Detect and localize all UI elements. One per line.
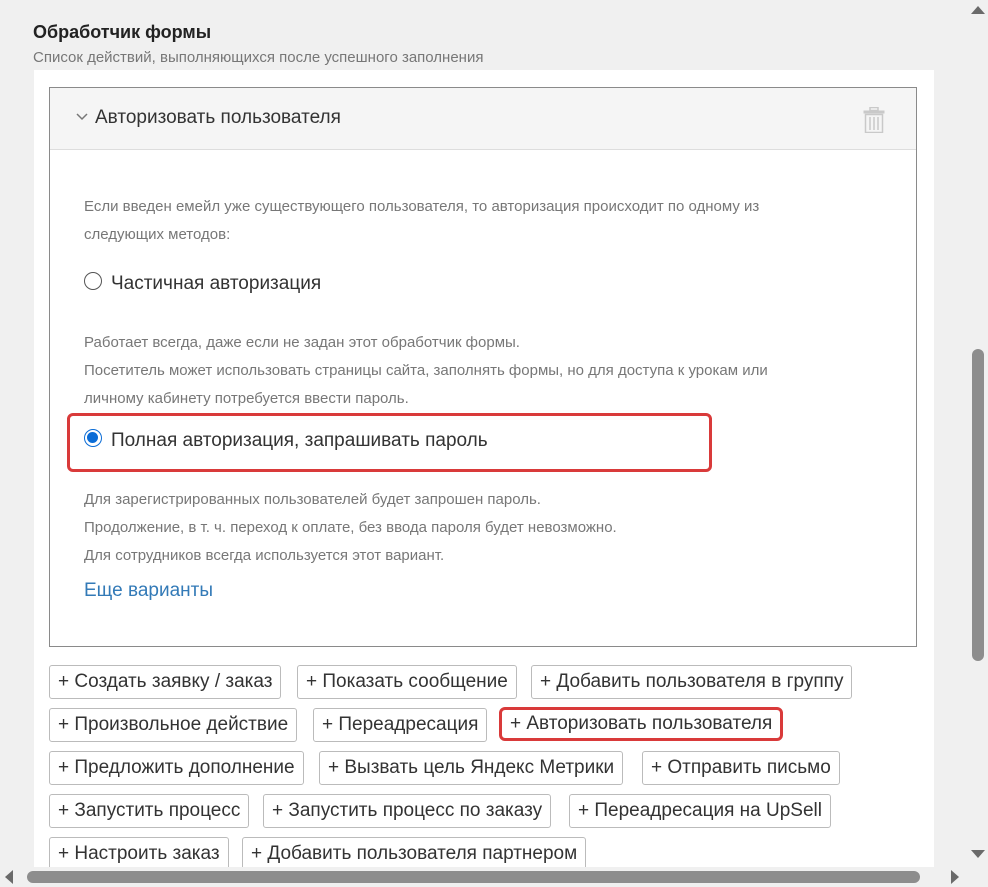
auth-intro-line-2: следующих методов: — [84, 226, 231, 243]
add-partner-user-button[interactable]: + Добавить пользователя партнером — [242, 837, 587, 867]
add-yandex-goal-button[interactable]: + Вызвать цель Яндекс Метрики — [319, 751, 624, 785]
scrollbar-corner — [968, 867, 988, 887]
add-authorize-user-button[interactable]: + Авторизовать пользователя — [499, 707, 784, 741]
handler-panel-header[interactable]: Авторизовать пользователя — [50, 88, 916, 150]
more-options-link[interactable]: Еще варианты — [84, 580, 213, 602]
add-start-order-process-button[interactable]: + Запустить процесс по заказу — [263, 794, 552, 828]
full-auth-desc-1: Для зарегистрированных пользователей буд… — [84, 491, 541, 508]
partial-auth-desc-3: личному кабинету потребуется ввести паро… — [84, 390, 409, 407]
scroll-left-arrow-icon[interactable] — [5, 870, 13, 884]
horizontal-scrollbar[interactable] — [0, 867, 968, 887]
scroll-up-arrow-icon[interactable] — [971, 6, 985, 14]
add-redirect-button[interactable]: + Переадресация — [313, 708, 488, 742]
add-send-email-button[interactable]: + Отправить письмо — [642, 751, 840, 785]
partial-auth-desc-1: Работает всегда, даже если не задан этот… — [84, 334, 520, 351]
scroll-down-arrow-icon[interactable] — [971, 850, 985, 858]
section-subtitle: Список действий, выполняющихся после усп… — [33, 49, 484, 66]
vertical-scrollbar-thumb[interactable] — [972, 349, 984, 661]
vertical-scrollbar[interactable] — [968, 0, 988, 867]
add-start-process-button[interactable]: + Запустить процесс — [49, 794, 250, 828]
add-create-order-button[interactable]: + Создать заявку / заказ — [49, 665, 282, 699]
add-offer-addon-button[interactable]: + Предложить дополнение — [49, 751, 304, 785]
radio-partial-auth-label[interactable]: Частичная авторизация — [111, 273, 321, 295]
add-configure-order-button[interactable]: + Настроить заказ — [49, 837, 229, 867]
section-title: Обработчик формы — [33, 22, 212, 42]
handler-panel-title: Авторизовать пользователя — [95, 107, 341, 128]
scroll-right-arrow-icon[interactable] — [951, 870, 959, 884]
add-user-to-group-button[interactable]: + Добавить пользователя в группу — [531, 665, 853, 699]
add-show-message-button[interactable]: + Показать сообщение — [297, 665, 517, 699]
radio-partial-auth[interactable] — [84, 272, 102, 290]
full-auth-desc-3: Для сотрудников всегда используется этот… — [84, 547, 445, 564]
horizontal-scrollbar-thumb[interactable] — [27, 871, 920, 883]
partial-auth-desc-2: Посетитель может использовать страницы с… — [84, 362, 768, 379]
chevron-down-icon[interactable] — [76, 113, 88, 121]
add-upsell-redirect-button[interactable]: + Переадресация на UpSell — [569, 794, 831, 828]
page-viewport: Обработчик формы Список действий, выполн… — [0, 0, 968, 867]
trash-icon[interactable] — [863, 107, 885, 133]
add-custom-action-button[interactable]: + Произвольное действие — [49, 708, 298, 742]
radio-full-auth-label[interactable]: Полная авторизация, запрашивать пароль — [111, 430, 488, 452]
auth-intro-line-1: Если введен емейл уже существующего поль… — [84, 198, 760, 215]
full-auth-desc-2: Продолжение, в т. ч. переход к оплате, б… — [84, 519, 617, 536]
radio-full-auth[interactable] — [84, 429, 102, 447]
